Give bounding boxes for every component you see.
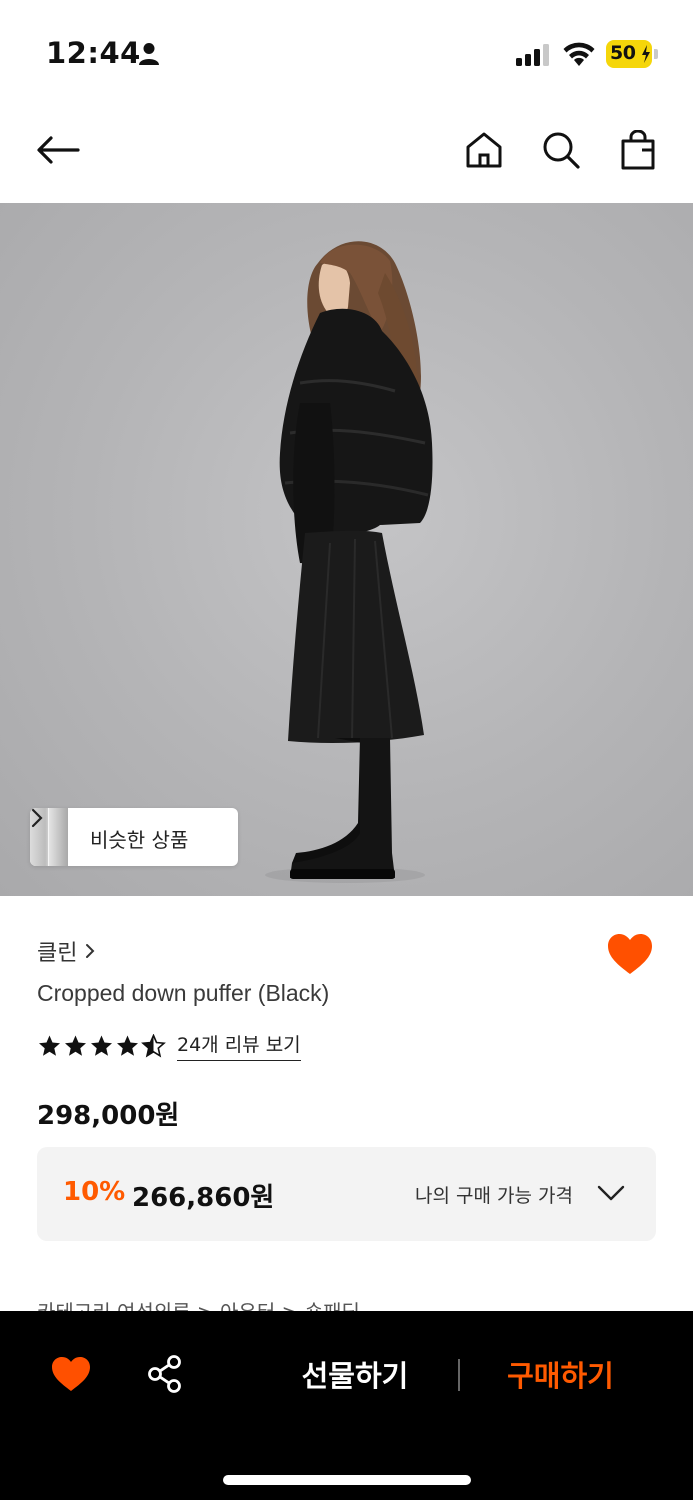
star-icon xyxy=(117,1035,138,1056)
divider xyxy=(458,1359,460,1391)
back-button[interactable] xyxy=(30,122,86,178)
rating: 24개 리뷰 보기 xyxy=(37,1030,301,1061)
my-price-dropdown[interactable]: 10% 266,860원 나의 구매 가능 가격 xyxy=(37,1147,656,1241)
status-bar: 12:44 50 xyxy=(0,0,693,100)
discount-rate: 10% xyxy=(63,1177,126,1207)
discount-price: 266,860원 xyxy=(132,1183,275,1213)
arrow-left-icon xyxy=(37,136,80,164)
similar-products-label: 비슷한 상품 xyxy=(90,828,189,852)
category-text: 카테고리 여성의류 > 아우터 > 숏패딩 xyxy=(37,1300,360,1311)
search-icon xyxy=(543,132,580,169)
chevron-right-icon xyxy=(86,944,95,958)
original-price: 298,000원 xyxy=(37,1101,180,1131)
reviews-link[interactable]: 24개 리뷰 보기 xyxy=(177,1030,301,1061)
bolt-icon xyxy=(642,45,650,63)
brand-link[interactable]: 클린 xyxy=(37,935,96,967)
home-indicator xyxy=(223,1475,471,1485)
similar-product-thumbnail xyxy=(48,808,68,866)
home-button[interactable] xyxy=(458,122,510,178)
shopping-bag-button[interactable] xyxy=(612,122,664,178)
shopping-bag-icon xyxy=(621,130,655,170)
person-icon xyxy=(139,43,159,65)
heart-icon[interactable] xyxy=(50,1355,92,1393)
category-breadcrumb: 카테고리 여성의류 > 아우터 > 숏패딩 xyxy=(37,1300,360,1311)
product-image[interactable]: 비슷한 상품 xyxy=(0,203,693,896)
star-icon xyxy=(39,1035,60,1056)
chevron-right-icon xyxy=(31,808,43,828)
product-name: Cropped down puffer (Black) xyxy=(37,980,330,1006)
buy-button[interactable]: 구매하기 xyxy=(478,1351,643,1401)
gift-button[interactable]: 선물하기 xyxy=(270,1351,440,1401)
signal-icon xyxy=(516,44,549,66)
heart-icon[interactable] xyxy=(606,932,654,976)
chevron-down-icon xyxy=(597,1185,625,1201)
my-price-label: 나의 구매 가능 가격 xyxy=(415,1185,573,1207)
bottom-action-bar: 선물하기 구매하기 xyxy=(0,1311,693,1500)
search-button[interactable] xyxy=(535,122,587,178)
home-icon xyxy=(466,132,502,168)
star-icon xyxy=(65,1035,86,1056)
star-icon xyxy=(91,1035,112,1056)
share-icon[interactable] xyxy=(147,1355,183,1393)
top-nav xyxy=(0,100,693,203)
status-time: 12:44 xyxy=(46,36,141,70)
similar-products-button[interactable]: 비슷한 상품 xyxy=(30,808,238,866)
wifi-icon xyxy=(563,42,595,66)
product-photo xyxy=(265,241,433,883)
battery-level: 50 xyxy=(610,42,636,64)
battery-charging-icon: 50 xyxy=(606,40,658,68)
brand-name: 클린 xyxy=(37,941,78,966)
half-star-icon xyxy=(141,1033,166,1057)
